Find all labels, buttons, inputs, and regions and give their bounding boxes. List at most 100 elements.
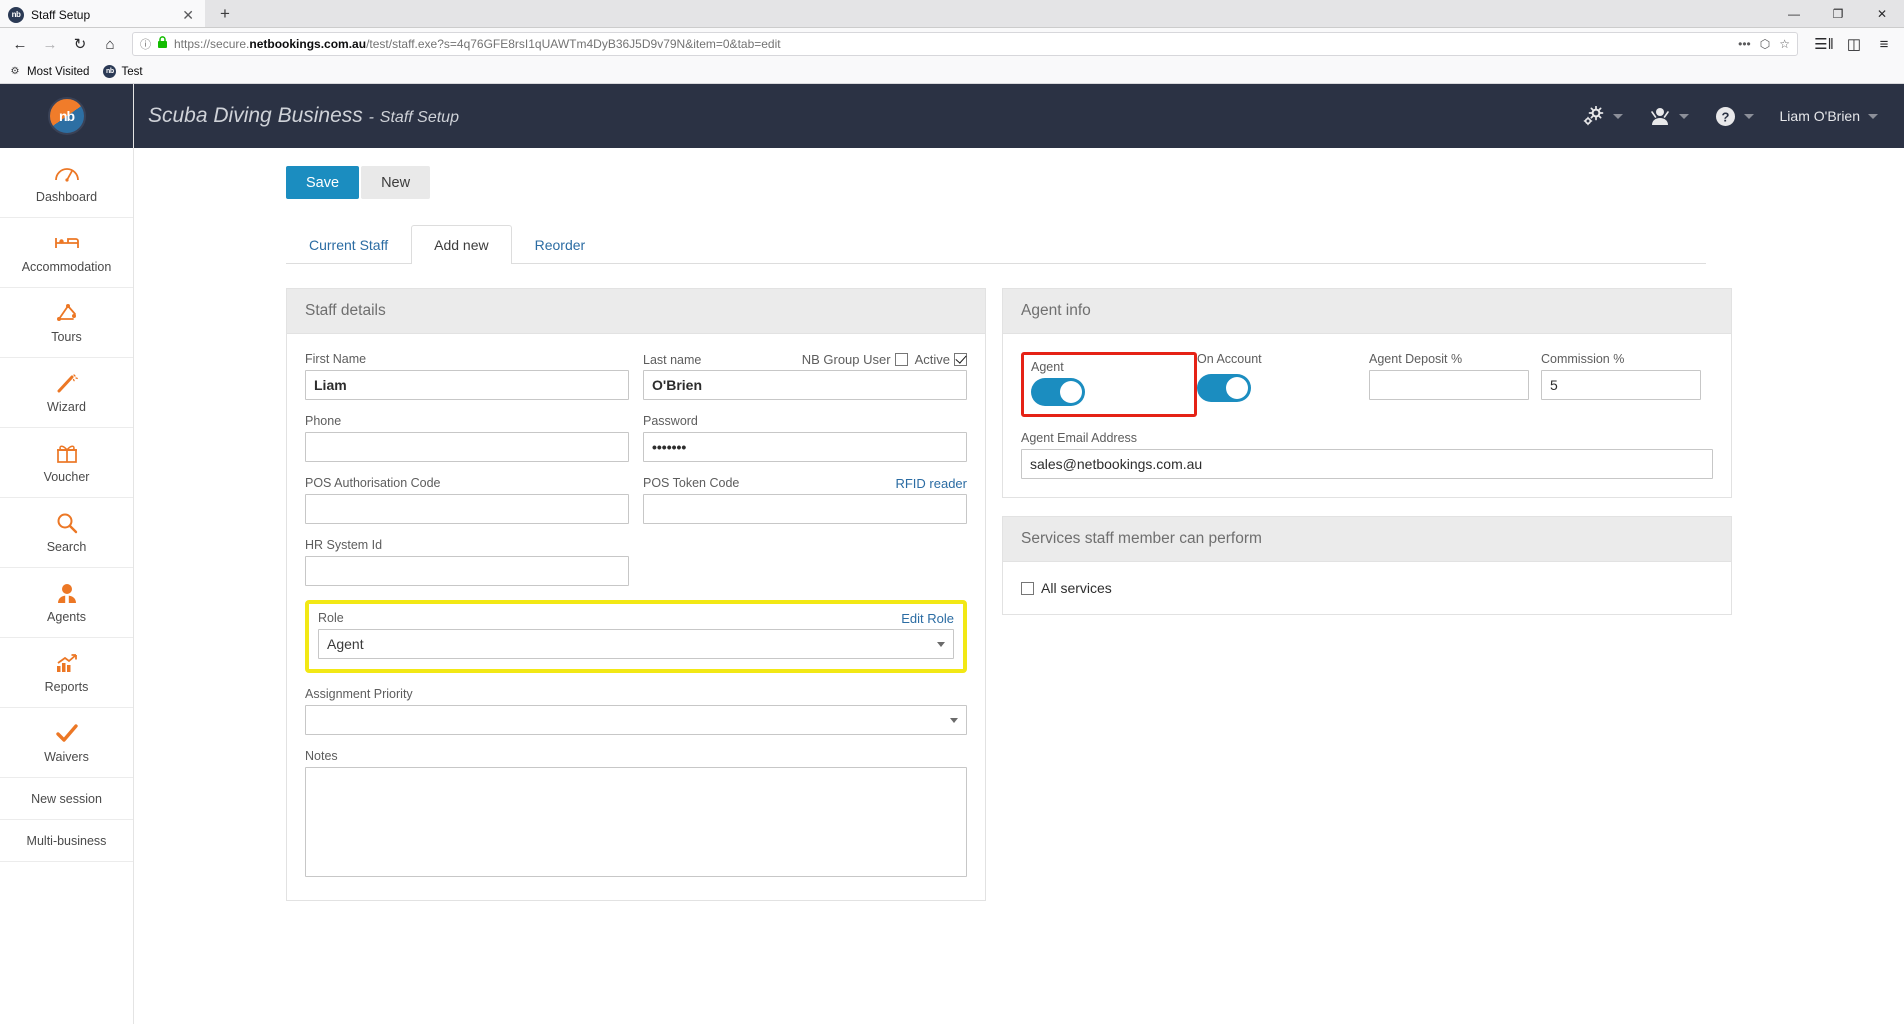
sidebar-item-voucher[interactable]: Voucher bbox=[0, 428, 133, 498]
first-name-input[interactable] bbox=[305, 370, 629, 400]
reload-icon[interactable]: ↻ bbox=[66, 31, 94, 57]
agent-deposit-input[interactable] bbox=[1369, 370, 1529, 400]
hamburger-menu-icon[interactable]: ≡ bbox=[1870, 31, 1898, 57]
forward-icon[interactable]: → bbox=[36, 31, 64, 57]
lock-icon bbox=[157, 36, 168, 52]
page-content: Save New Current Staff Add new Reorder S… bbox=[134, 148, 1904, 1024]
password-input[interactable] bbox=[643, 432, 967, 462]
close-window-icon[interactable]: ✕ bbox=[1860, 0, 1904, 28]
page-info-icon[interactable]: ⓘ bbox=[140, 36, 151, 52]
window-controls: — ❐ ✕ bbox=[1772, 0, 1904, 28]
chart-icon bbox=[55, 651, 79, 675]
url-suffix: /test/staff.exe?s=4q76GFE8rsI1qUAWTm4DyB… bbox=[366, 37, 781, 51]
agent-email-label: Agent Email Address bbox=[1021, 431, 1138, 445]
sidebar-item-waivers[interactable]: Waivers bbox=[0, 708, 133, 778]
role-select-wrap: Agent bbox=[318, 629, 954, 659]
back-icon[interactable]: ← bbox=[6, 31, 34, 57]
password-label: Password bbox=[643, 414, 698, 428]
pos-row: POS Authorisation Code POS Token Code RF… bbox=[305, 476, 967, 524]
chevron-down-icon bbox=[1612, 113, 1623, 119]
sidebar-item-tours[interactable]: Tours bbox=[0, 288, 133, 358]
navbar-right-actions: ☰‖ ◫ ≡ bbox=[1806, 31, 1898, 57]
sidebar-item-accommodation[interactable]: Accommodation bbox=[0, 218, 133, 288]
phone-input[interactable] bbox=[305, 432, 629, 462]
page-name: Staff Setup bbox=[379, 109, 459, 126]
help-icon: ? bbox=[1715, 106, 1736, 127]
active-checkbox-group[interactable]: Active bbox=[915, 352, 967, 367]
new-button[interactable]: New bbox=[361, 166, 431, 199]
url-bar-actions: ••• ⬡ ☆ bbox=[1738, 37, 1790, 51]
url-bar[interactable]: ⓘ https://secure.netbookings.com.au/test… bbox=[132, 32, 1798, 56]
sidebar-item-search[interactable]: Search bbox=[0, 498, 133, 568]
sidebar-item-wizard[interactable]: Wizard bbox=[0, 358, 133, 428]
all-services-row[interactable]: All services bbox=[1021, 580, 1713, 596]
all-services-checkbox[interactable] bbox=[1021, 581, 1034, 595]
browser-tab[interactable]: nb Staff Setup ✕ bbox=[0, 0, 205, 27]
save-button[interactable]: Save bbox=[286, 166, 360, 199]
user-icon bbox=[1649, 106, 1671, 126]
sidebar-item-label: Agents bbox=[47, 610, 86, 624]
pos-token-input[interactable] bbox=[643, 494, 967, 524]
app-header: Scuba Diving Business - Staff Setup ? Li… bbox=[134, 84, 1904, 148]
maximize-icon[interactable]: ❐ bbox=[1816, 0, 1860, 28]
wand-icon bbox=[55, 371, 79, 395]
sidebar: nb Dashboard Accommodation Tours Wizard bbox=[0, 84, 134, 1024]
sidebar-item-agents[interactable]: Agents bbox=[0, 568, 133, 638]
page-title: Scuba Diving Business - Staff Setup bbox=[134, 104, 459, 128]
sidebar-item-dashboard[interactable]: Dashboard bbox=[0, 148, 133, 218]
active-checkbox[interactable] bbox=[954, 353, 967, 366]
sidebar-item-multi-business[interactable]: Multi-business bbox=[0, 820, 133, 862]
tab-reorder[interactable]: Reorder bbox=[512, 225, 609, 264]
active-label: Active bbox=[914, 352, 950, 367]
page-actions-icon[interactable]: ••• bbox=[1738, 37, 1751, 51]
hr-system-id-label: HR System Id bbox=[305, 538, 383, 552]
nb-group-user-checkbox[interactable] bbox=[894, 353, 908, 366]
tab-favicon-icon: nb bbox=[8, 6, 24, 23]
pos-auth-input[interactable] bbox=[305, 494, 629, 524]
nb-group-user-checkbox-group[interactable]: NB Group User bbox=[802, 352, 908, 367]
close-tab-icon[interactable]: ✕ bbox=[179, 8, 197, 22]
sidebar-item-new-session[interactable]: New session bbox=[0, 778, 133, 820]
assignment-priority-select[interactable] bbox=[305, 705, 967, 735]
notes-textarea[interactable] bbox=[305, 767, 967, 877]
agent-label: Agent bbox=[1031, 360, 1064, 374]
last-name-input[interactable] bbox=[643, 370, 967, 400]
tab-current-staff[interactable]: Current Staff bbox=[286, 225, 411, 264]
bookmark-test[interactable]: nb Test bbox=[103, 65, 143, 78]
services-body: All services bbox=[1003, 562, 1731, 614]
user-menu[interactable] bbox=[1649, 106, 1689, 126]
help-menu[interactable]: ? bbox=[1715, 106, 1754, 127]
bookmark-star-icon[interactable]: ☆ bbox=[1779, 37, 1790, 51]
tab-add-new[interactable]: Add new bbox=[411, 225, 512, 264]
pos-auth-field: POS Authorisation Code bbox=[305, 476, 629, 524]
home-icon[interactable]: ⌂ bbox=[96, 31, 124, 57]
assignment-priority-field: Assignment Priority bbox=[305, 687, 967, 735]
svg-text:?: ? bbox=[1721, 109, 1729, 124]
hr-system-id-input[interactable] bbox=[305, 556, 629, 586]
agent-deposit-label: Agent Deposit % bbox=[1369, 352, 1463, 366]
library-icon[interactable]: ☰‖ bbox=[1810, 31, 1838, 57]
sidebar-item-label: Accommodation bbox=[21, 260, 112, 274]
settings-menu[interactable] bbox=[1583, 106, 1623, 126]
pocket-icon[interactable]: ⬡ bbox=[1760, 37, 1770, 51]
main-area: Scuba Diving Business - Staff Setup ? Li… bbox=[134, 84, 1904, 1024]
new-tab-button[interactable]: + bbox=[205, 0, 245, 27]
agent-email-input[interactable] bbox=[1021, 449, 1713, 479]
minimize-icon[interactable]: — bbox=[1772, 0, 1816, 28]
agent-toggle[interactable] bbox=[1031, 378, 1085, 406]
sidebar-logo[interactable]: nb bbox=[0, 84, 133, 148]
staff-details-body: First Name Last name NB Group User bbox=[287, 334, 985, 900]
on-account-toggle[interactable] bbox=[1197, 374, 1251, 402]
role-select[interactable]: Agent bbox=[318, 629, 954, 659]
sidebar-item-reports[interactable]: Reports bbox=[0, 638, 133, 708]
tours-icon bbox=[55, 301, 79, 325]
bookmark-most-visited[interactable]: ⚙ Most Visited bbox=[8, 65, 90, 79]
commission-input[interactable] bbox=[1541, 370, 1701, 400]
edit-role-link[interactable]: Edit Role bbox=[901, 611, 954, 626]
account-menu[interactable]: Liam O'Brien bbox=[1780, 108, 1878, 124]
sidebar-toggle-icon[interactable]: ◫ bbox=[1840, 31, 1868, 57]
agent-toggle-cell: Agent bbox=[1021, 352, 1197, 417]
bookmark-label: Most Visited bbox=[27, 65, 90, 78]
all-services-label: All services bbox=[1041, 580, 1112, 596]
rfid-reader-link[interactable]: RFID reader bbox=[895, 476, 967, 491]
